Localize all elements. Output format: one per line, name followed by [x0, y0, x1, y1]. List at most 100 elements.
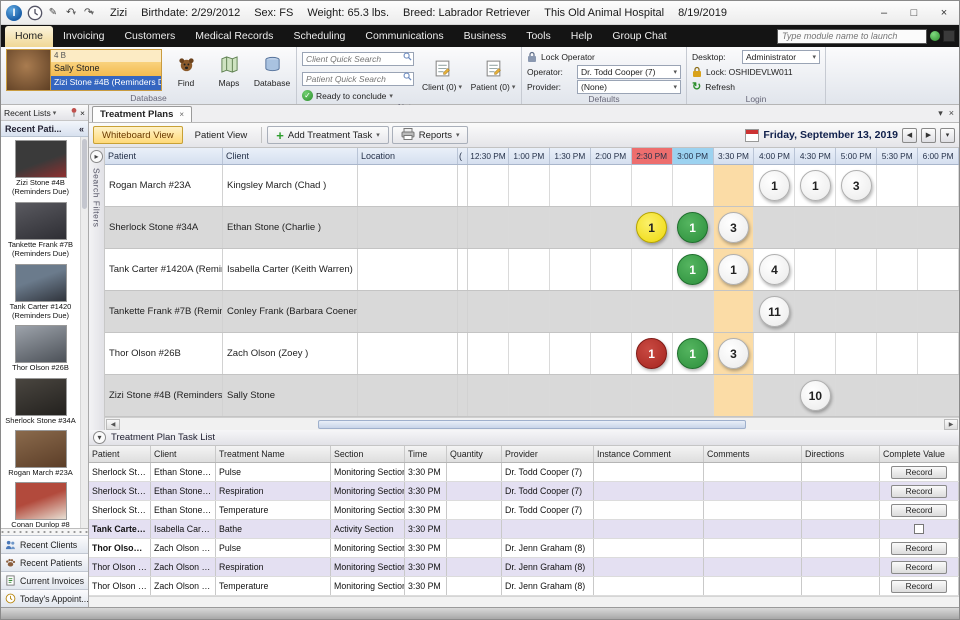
sidebar-scroll-thumb[interactable]: [82, 139, 87, 209]
schedule-slot[interactable]: [836, 291, 877, 332]
schedule-slot[interactable]: [550, 333, 591, 374]
database-button[interactable]: Database: [253, 49, 291, 93]
task-count-bubble[interactable]: 1: [677, 254, 708, 285]
task-count-bubble[interactable]: 3: [718, 212, 749, 243]
schedule-slot[interactable]: [754, 333, 795, 374]
menu-tab[interactable]: Medical Records: [185, 26, 283, 47]
schedule-slot[interactable]: [632, 291, 673, 332]
schedule-slot[interactable]: [509, 207, 550, 248]
sidebar-item-recent-clients[interactable]: Recent Clients: [1, 535, 88, 553]
minimize-button[interactable]: –: [869, 2, 899, 24]
schedule-slot[interactable]: [836, 207, 877, 248]
whiteboard-view-button[interactable]: Whiteboard View: [93, 126, 183, 144]
menu-tab[interactable]: Customers: [114, 26, 185, 47]
schedule-slot[interactable]: [591, 375, 632, 416]
menu-tab[interactable]: Help: [561, 26, 603, 47]
record-button[interactable]: Record: [891, 542, 947, 555]
find-button[interactable]: Find: [167, 49, 205, 93]
menu-tab[interactable]: Group Chat: [602, 26, 676, 47]
task-count-bubble[interactable]: 1: [636, 338, 667, 369]
schedule-slot[interactable]: 1: [754, 165, 795, 206]
patient-banner-patient[interactable]: Zizi Stone #4B (Reminders Due): [51, 76, 161, 90]
recent-patient-item[interactable]: Conan Dunlop #8 (DECEASED): [1, 479, 80, 528]
app-logo-icon[interactable]: I: [6, 5, 22, 21]
schedule-slot[interactable]: [918, 333, 959, 374]
task-count-bubble[interactable]: 3: [841, 170, 872, 201]
col-header-client[interactable]: Client: [223, 148, 358, 164]
schedule-slot[interactable]: [632, 249, 673, 290]
schedule-row[interactable]: Rogan March #23A Kingsley March (Chad ) …: [105, 165, 959, 207]
task-column-header[interactable]: Comments: [704, 446, 802, 462]
tabstrip-close-icon[interactable]: ×: [949, 108, 954, 119]
sidebar-item-current-invoices[interactable]: Current Invoices: [1, 571, 88, 589]
schedule-slot[interactable]: [795, 249, 836, 290]
task-count-bubble[interactable]: 1: [636, 212, 667, 243]
lock-operator-toggle[interactable]: Lock Operator: [527, 49, 681, 64]
schedule-slot[interactable]: [877, 249, 918, 290]
menu-tab[interactable]: Tools: [516, 26, 561, 47]
task-row[interactable]: Thor Olson #26B Zach Olson (Zoey ) Pulse…: [89, 539, 959, 558]
schedule-row[interactable]: Tankette Frank #7B (Reminders Due) Conle…: [105, 291, 959, 333]
schedule-slot[interactable]: [509, 375, 550, 416]
schedule-slot[interactable]: 10: [795, 375, 836, 416]
schedule-slot[interactable]: [591, 333, 632, 374]
time-column-header[interactable]: 12:30 PM: [468, 148, 509, 164]
schedule-slot[interactable]: [754, 207, 795, 248]
schedule-slot[interactable]: [877, 207, 918, 248]
schedule-slot[interactable]: [877, 165, 918, 206]
recent-patient-item[interactable]: Rogan March #23A: [1, 427, 80, 479]
schedule-slot[interactable]: [591, 207, 632, 248]
schedule-slot[interactable]: [468, 249, 509, 290]
edit-icon[interactable]: ✎: [45, 5, 61, 21]
schedule-slot[interactable]: [468, 333, 509, 374]
schedule-slot[interactable]: [795, 333, 836, 374]
time-column-header[interactable]: 2:00 PM: [591, 148, 632, 164]
schedule-slot[interactable]: 1: [632, 207, 673, 248]
schedule-slot[interactable]: [550, 249, 591, 290]
time-column-header[interactable]: 2:30 PM: [632, 148, 673, 164]
schedule-slot[interactable]: [591, 291, 632, 332]
pin-icon[interactable]: [70, 107, 78, 119]
task-column-header[interactable]: Quantity: [447, 446, 502, 462]
schedule-slot[interactable]: [509, 291, 550, 332]
schedule-row[interactable]: Thor Olson #26B Zach Olson (Zoey ) 113: [105, 333, 959, 375]
scroll-thumb[interactable]: [318, 420, 745, 429]
close-button[interactable]: ×: [929, 2, 959, 24]
record-button[interactable]: Record: [891, 485, 947, 498]
redo-icon[interactable]: ↷▾: [81, 5, 97, 21]
sidebar-item-todays-appointments[interactable]: Today's Appoint...: [1, 589, 88, 607]
schedule-slot[interactable]: 1: [632, 333, 673, 374]
tab-close-icon[interactable]: ×: [179, 110, 184, 119]
schedule-slot[interactable]: [836, 375, 877, 416]
schedule-slot[interactable]: [550, 165, 591, 206]
schedule-slot[interactable]: [509, 165, 550, 206]
conclude-status-dropdown[interactable]: ✓ Ready to conclude ▾: [302, 89, 414, 102]
recent-patient-item[interactable]: Tank Carter #1420 (Reminders Due): [1, 261, 80, 323]
task-row[interactable]: Sherlock Stone #34A Ethan Stone (Charlie…: [89, 463, 959, 482]
tab-treatment-plans[interactable]: Treatment Plans ×: [92, 106, 192, 122]
time-column-header[interactable]: 1:00 PM: [509, 148, 550, 164]
tab-list-dropdown-icon[interactable]: ▾: [938, 108, 943, 119]
time-column-header[interactable]: 4:30 PM: [795, 148, 836, 164]
add-treatment-task-button[interactable]: + Add Treatment Task ▾: [267, 126, 388, 144]
schedule-slot[interactable]: 1: [673, 207, 714, 248]
schedule-slot[interactable]: [468, 165, 509, 206]
time-column-header[interactable]: 5:30 PM: [877, 148, 918, 164]
schedule-slot[interactable]: 1: [714, 249, 755, 290]
menu-tab[interactable]: Communications: [355, 26, 453, 47]
client-notes-dropdown-icon[interactable]: ▾: [458, 83, 462, 91]
close-panel-icon[interactable]: ×: [80, 108, 85, 118]
schedule-slot[interactable]: [509, 249, 550, 290]
patient-view-button[interactable]: Patient View: [186, 126, 257, 144]
horizontal-scrollbar[interactable]: ◀ ▶: [105, 417, 959, 430]
schedule-slot[interactable]: [795, 207, 836, 248]
refresh-button[interactable]: ↻ Refresh: [692, 79, 820, 94]
reports-button[interactable]: Reports ▾: [392, 126, 469, 144]
task-count-bubble[interactable]: 10: [800, 380, 831, 411]
task-row[interactable]: Sherlock Stone #34A Ethan Stone (Charlie…: [89, 482, 959, 501]
patient-banner-client[interactable]: Sally Stone: [51, 62, 161, 76]
col-header-patient[interactable]: Patient: [105, 148, 223, 164]
schedule-slot[interactable]: [918, 375, 959, 416]
redo-dropdown-icon[interactable]: ▾: [90, 9, 94, 17]
schedule-slot[interactable]: [918, 165, 959, 206]
